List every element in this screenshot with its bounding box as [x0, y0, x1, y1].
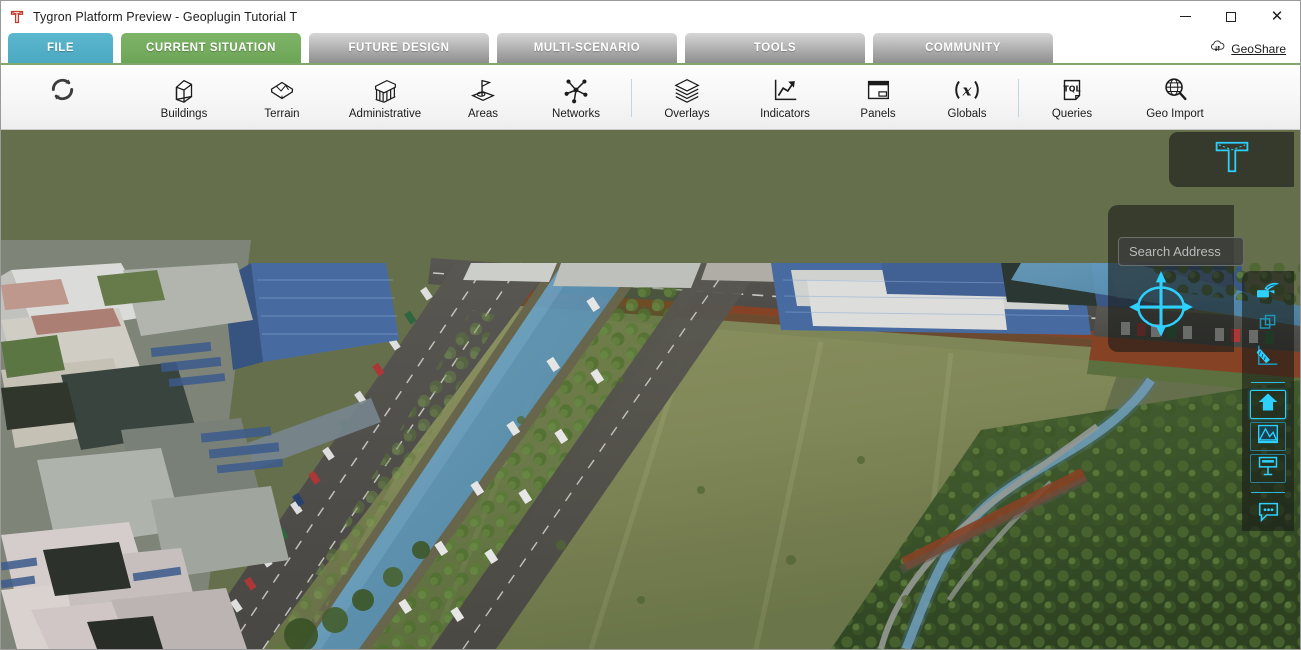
ribbon-item-buildings[interactable]: Buildings	[141, 68, 227, 128]
rail-button-measure[interactable]	[1250, 342, 1286, 373]
rail-button-fly-camera[interactable]	[1250, 279, 1286, 308]
rail-button-duplicate[interactable]	[1250, 311, 1286, 339]
tab-label: TOOLS	[753, 42, 797, 54]
rail-divider-1	[1251, 382, 1285, 383]
rail-button-buildings-view[interactable]	[1250, 390, 1286, 419]
tab-label: MULTI-SCENARIO	[533, 42, 641, 54]
panel-board-icon	[1257, 455, 1279, 482]
maximize-button[interactable]	[1208, 1, 1254, 32]
measure-ruler-icon	[1256, 343, 1280, 372]
tab-file[interactable]: FILE	[8, 33, 113, 63]
map-3d-viewport[interactable]	[1, 130, 1300, 649]
hud-logo-panel	[1169, 132, 1294, 187]
ribbon-separator-2	[1018, 79, 1019, 117]
ribbon-item-label: Terrain	[264, 108, 300, 120]
terrain-image-icon	[1257, 423, 1279, 450]
main-tab-bar: FILE CURRENT SITUATION FUTURE DESIGN MUL…	[1, 32, 1300, 65]
ribbon-item-label: Globals	[947, 108, 987, 120]
globe-magnifier-icon	[1160, 74, 1190, 105]
trend-arrow-chart-icon	[770, 74, 800, 105]
window-panel-icon	[863, 74, 893, 105]
cloud-upload-download-icon	[1209, 39, 1226, 58]
ribbon-item-panels[interactable]: Panels	[840, 68, 916, 128]
rail-button-panels-view[interactable]	[1250, 454, 1286, 483]
tab-label: COMMUNITY	[925, 42, 1001, 54]
ribbon-item-label: Queries	[1051, 108, 1093, 120]
rail-button-terrain-view[interactable]	[1250, 422, 1286, 451]
ribbon-item-label: Panels	[860, 108, 896, 120]
tab-current-situation[interactable]: CURRENT SITUATION	[121, 33, 301, 63]
refresh-button[interactable]	[31, 68, 93, 128]
tygron-t-logo-icon	[9, 9, 25, 25]
rail-button-chat[interactable]	[1250, 500, 1286, 528]
flying-camera-icon	[1255, 280, 1281, 307]
area-flag-icon	[468, 74, 498, 105]
ribbon-item-label: Networks	[552, 108, 600, 120]
administrative-building-icon	[370, 74, 400, 105]
ribbon-item-queries[interactable]: TQL Queries	[1031, 68, 1113, 128]
geoshare-label: GeoShare	[1231, 41, 1286, 56]
ribbon-item-label: Indicators	[760, 108, 810, 120]
search-address-input[interactable]: Search Address	[1118, 237, 1244, 266]
tab-tools[interactable]: TOOLS	[685, 33, 865, 63]
hud-navigation-panel: Search Address	[1108, 205, 1244, 352]
chat-bubble-icon	[1257, 501, 1280, 527]
svg-text:TQL: TQL	[1063, 84, 1080, 93]
hud-tool-rail	[1242, 271, 1294, 531]
ribbon-item-label: Areas	[467, 108, 499, 120]
terrain-3d-icon	[267, 74, 297, 105]
tab-label: FUTURE DESIGN	[348, 42, 450, 54]
ribbon-item-label: Geo Import	[1146, 108, 1204, 120]
tql-document-icon: TQL	[1057, 74, 1087, 105]
ribbon-item-overlays[interactable]: Overlays	[644, 68, 730, 128]
ribbon-item-label: Administrative	[348, 108, 422, 120]
ribbon-item-networks[interactable]: Networks	[533, 68, 619, 128]
ribbon-item-administrative[interactable]: Administrative	[337, 68, 433, 128]
tab-community[interactable]: COMMUNITY	[873, 33, 1053, 63]
ribbon-separator-1	[631, 79, 632, 117]
ribbon-item-globals[interactable]: x Globals	[928, 68, 1006, 128]
ribbon-item-indicators[interactable]: Indicators	[742, 68, 828, 128]
copy-layers-icon	[1258, 313, 1278, 338]
compass-navigation-widget[interactable]	[1122, 268, 1200, 346]
title-bar: Tygron Platform Preview - Geoplugin Tuto…	[1, 1, 1300, 32]
tygron-t-outline-icon	[1210, 138, 1254, 181]
compass-navigation-icon	[1125, 269, 1197, 346]
svg-text:x: x	[961, 82, 972, 100]
application-window: Tygron Platform Preview - Geoplugin Tuto…	[0, 0, 1301, 650]
tab-label: CURRENT SITUATION	[146, 42, 276, 54]
layers-stack-icon	[672, 74, 702, 105]
building-3d-icon	[169, 74, 199, 105]
ribbon-item-label: Buildings	[160, 108, 208, 120]
rail-divider-2	[1251, 492, 1285, 493]
ribbon-item-label: Overlays	[664, 108, 710, 120]
geoshare-link[interactable]: GeoShare	[1209, 39, 1286, 58]
ribbon-item-geo-import[interactable]: Geo Import	[1127, 68, 1223, 128]
close-button[interactable]: ✕	[1254, 1, 1300, 32]
ribbon-toolbar: Buildings Terrain Administrative Areas N…	[1, 67, 1300, 130]
tab-multi-scenario[interactable]: MULTI-SCENARIO	[497, 33, 677, 63]
close-icon: ✕	[1270, 7, 1284, 25]
window-controls: ✕	[1162, 1, 1300, 32]
ribbon-item-terrain[interactable]: Terrain	[239, 68, 325, 128]
refresh-circular-arrows-icon	[47, 74, 78, 105]
minimize-button[interactable]	[1162, 1, 1208, 32]
tab-label: FILE	[46, 42, 75, 54]
home-building-icon	[1257, 391, 1279, 418]
network-nodes-icon	[561, 74, 591, 105]
tab-future-design[interactable]: FUTURE DESIGN	[309, 33, 489, 63]
ribbon-item-areas[interactable]: Areas	[445, 68, 521, 128]
window-title: Tygron Platform Preview - Geoplugin Tuto…	[33, 9, 298, 24]
variable-x-icon: x	[951, 74, 983, 105]
